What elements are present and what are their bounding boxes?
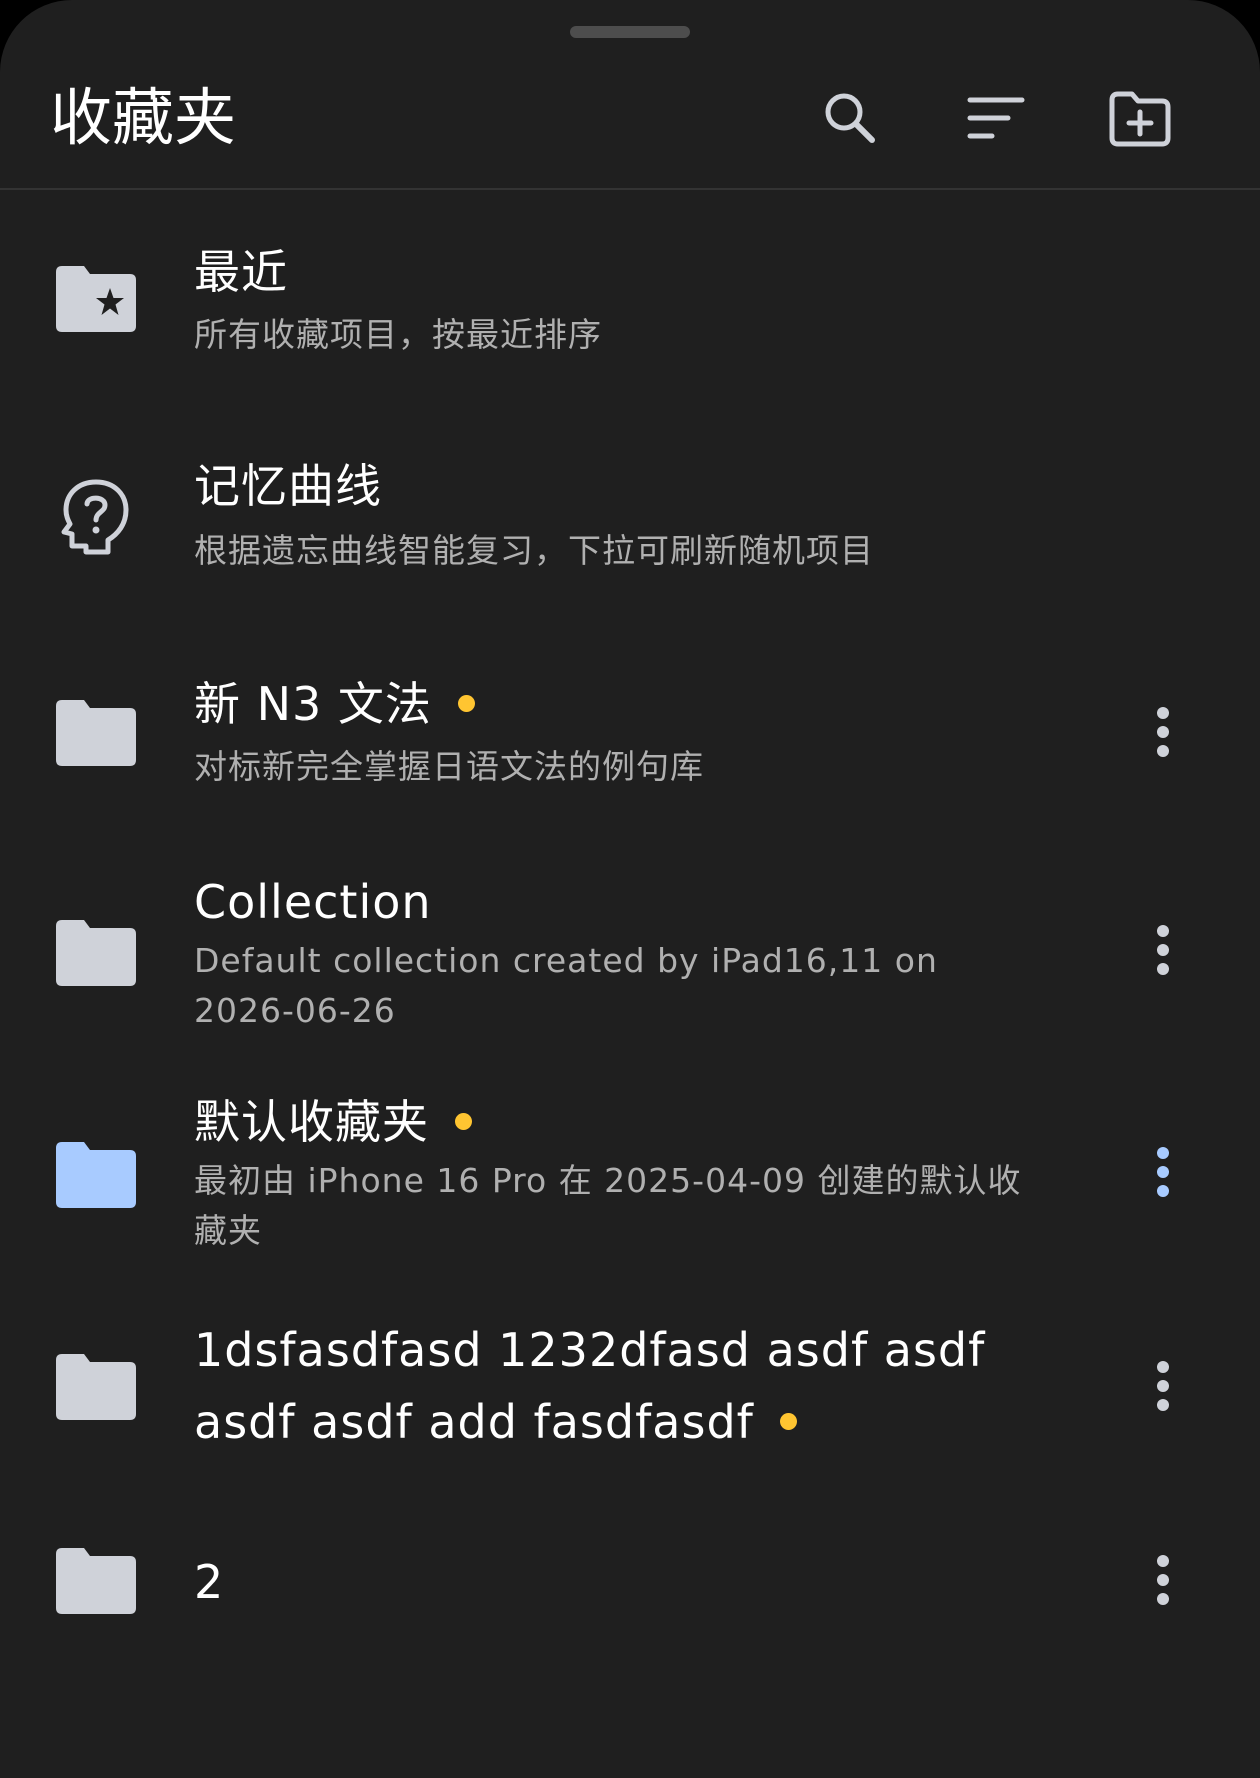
item-title: 新 N3 文法 xyxy=(194,674,475,734)
list-item-memory-curve[interactable]: 记忆曲线 根据遗忘曲线智能复习，下拉可刷新随机项目 xyxy=(0,446,1260,586)
list-item-folder[interactable]: 2 xyxy=(0,1520,1260,1640)
list-item-folder-selected[interactable]: 默认收藏夹 最初由 iPhone 16 Pro 在 2025-04-09 创建的… xyxy=(0,1092,1260,1272)
item-title: 2 xyxy=(194,1555,225,1609)
more-vertical-icon xyxy=(1157,925,1169,975)
item-title: 记忆曲线 xyxy=(194,459,382,513)
search-icon xyxy=(825,93,875,143)
item-subtitle: Default collection created by iPad16,11 … xyxy=(194,941,938,1030)
list-item-recent[interactable]: 最近 所有收藏项目，按最近排序 xyxy=(0,230,1260,370)
folder-star-icon xyxy=(56,266,136,332)
unread-dot xyxy=(457,695,475,712)
more-vertical-icon xyxy=(1157,1361,1169,1411)
more-options-button[interactable] xyxy=(1140,910,1186,990)
list-item-folder[interactable]: 新 N3 文法 对标新完全掌握日语文法的例句库 xyxy=(0,662,1260,802)
folder-icon xyxy=(56,1142,136,1208)
folder-icon xyxy=(56,1548,136,1614)
new-folder-button[interactable] xyxy=(1102,80,1178,156)
unread-dot xyxy=(779,1413,797,1430)
new-folder-icon xyxy=(1109,91,1171,147)
more-vertical-icon xyxy=(1157,1555,1169,1605)
more-options-button[interactable] xyxy=(1140,1540,1186,1620)
item-subtitle: 根据遗忘曲线智能复习，下拉可刷新随机项目 xyxy=(194,531,874,570)
more-options-button[interactable] xyxy=(1140,692,1186,772)
head-question-icon xyxy=(61,479,129,555)
list-item-folder[interactable]: 1dsfasdfasd 1232dfasd asdf asdf asdf asd… xyxy=(0,1306,1260,1466)
collections-sheet: 收藏夹 最近 所有收藏项目，按最近排序 记忆曲线 根据遗忘曲线智能复习，下拉可刷… xyxy=(0,0,1260,1778)
item-subtitle: 对标新完全掌握日语文法的例句库 xyxy=(194,747,704,786)
list-item-folder[interactable]: Collection Default collection created by… xyxy=(0,872,1260,1052)
item-subtitle: 最初由 iPhone 16 Pro 在 2025-04-09 创建的默认收藏夹 xyxy=(194,1161,1022,1250)
item-title: Collection xyxy=(194,875,432,929)
header: 收藏夹 xyxy=(0,0,1260,190)
folder-icon xyxy=(56,700,136,766)
more-vertical-icon xyxy=(1157,707,1169,757)
unread-dot xyxy=(455,1113,472,1130)
sort-button[interactable] xyxy=(958,80,1034,156)
search-button[interactable] xyxy=(812,80,888,156)
more-options-button[interactable] xyxy=(1140,1346,1186,1426)
folder-icon xyxy=(56,920,136,986)
more-vertical-icon xyxy=(1157,1147,1169,1197)
item-title: 默认收藏夹 xyxy=(194,1092,472,1152)
item-title: 最近 xyxy=(194,245,288,299)
item-subtitle: 所有收藏项目，按最近排序 xyxy=(194,315,602,354)
folder-icon xyxy=(56,1354,136,1420)
item-title: 1dsfasdfasd 1232dfasd asdf asdf asdf asd… xyxy=(194,1323,986,1449)
more-options-button[interactable] xyxy=(1140,1132,1186,1212)
sort-icon xyxy=(967,97,1025,139)
page-title: 收藏夹 xyxy=(50,81,237,154)
